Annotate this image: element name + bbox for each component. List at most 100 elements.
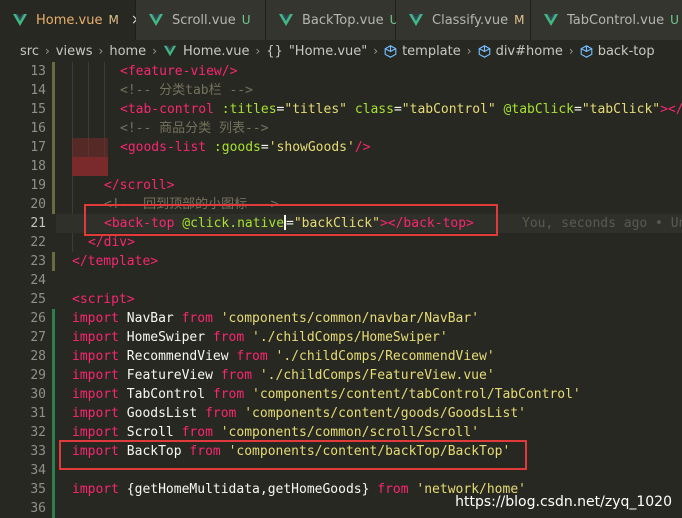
code-token: RecommendView — [126, 349, 237, 364]
tab-label: TabControl.vue — [567, 12, 665, 28]
line-number: 28 — [30, 349, 46, 364]
code-token: Scroll — [126, 425, 182, 440]
vue-file-icon — [163, 45, 177, 57]
code-token: 'components/content/goods/GoodsList' — [244, 406, 526, 421]
code-token: import — [72, 482, 127, 497]
code-text: </scroll> — [104, 176, 174, 195]
code-line[interactable]: 29 import FeatureView from './childComps/… — [0, 366, 682, 385]
code-line[interactable]: 30 import TabControl from 'components/con… — [0, 385, 682, 404]
code-token: './childComps/FeatureView.vue' — [259, 368, 495, 383]
code-token: HomeSwiper — [126, 330, 213, 345]
line-number: 30 — [30, 387, 46, 402]
breadcrumb-src[interactable]: src — [20, 44, 39, 59]
code-text: <tab-control :titles="titles" class="tab… — [120, 100, 682, 119]
breadcrumb-template[interactable]: template — [402, 44, 461, 59]
code-line[interactable]: 13 <feature-view/> — [0, 62, 682, 81]
code-line[interactable]: 16 <!-- 商品分类 列表--> — [0, 119, 682, 138]
code-token: "titles" — [284, 102, 347, 117]
code-line[interactable]: 26 import NavBar from 'components/common/… — [0, 309, 682, 328]
line-number: 27 — [30, 330, 46, 345]
code-token: :goods — [213, 140, 261, 155]
breadcrumb-file[interactable]: Home.vue — [183, 44, 249, 59]
code-token: </template> — [72, 254, 159, 269]
code-line[interactable]: 28 import RecommendView from './childComp… — [0, 347, 682, 366]
tab-scroll-vue[interactable]: Scroll.vue U — [136, 0, 266, 40]
code-token: @tabClick — [503, 102, 574, 117]
git-blame-annotation: You, seconds ago • Un — [522, 216, 682, 231]
code-token: import — [72, 406, 127, 421]
code-line[interactable]: 24 — [0, 271, 682, 290]
code-text: <feature-view/> — [120, 62, 237, 81]
code-editor[interactable]: 13 <feature-view/> 14 <!-- 分类tab栏 --> 15 <tab… — [0, 62, 682, 518]
code-line[interactable]: 18 — [0, 157, 682, 176]
code-token: :titles — [221, 102, 277, 117]
code-token: <goods-list — [120, 140, 214, 155]
code-text: import GoodsList from 'components/conten… — [72, 404, 526, 423]
code-token: </scroll> — [104, 178, 175, 193]
vue-file-icon — [544, 14, 558, 26]
code-token: import — [72, 425, 127, 440]
line-number: 18 — [30, 159, 46, 174]
code-token: from — [181, 311, 221, 326]
code-token: import — [72, 311, 127, 326]
code-line[interactable]: 25 <script> — [0, 290, 682, 309]
tab-backtop-vue[interactable]: BackTop.vue U — [266, 0, 398, 40]
code-line[interactable]: 14 <!-- 分类tab栏 --> — [0, 81, 682, 100]
breadcrumb-back-top[interactable]: back-top — [598, 44, 655, 59]
code-token: <!-- 分类tab栏 --> — [120, 83, 253, 98]
chevron-right-icon: › — [255, 44, 261, 58]
code-text: </template> — [72, 252, 158, 271]
code-token: import — [72, 368, 127, 383]
editor-tab-bar: Home.vueM×Scroll.vueUBackTop.vueUClassif… — [0, 0, 682, 40]
line-number: 23 — [30, 254, 46, 269]
git-status-badge: U — [241, 13, 251, 27]
line-number: 15 — [30, 102, 46, 117]
code-token: </div> — [88, 235, 135, 250]
code-token: from — [205, 406, 245, 421]
line-number: 14 — [30, 83, 46, 98]
code-token: GoodsList — [126, 406, 206, 421]
code-line[interactable]: 31 import GoodsList from 'components/cont… — [0, 404, 682, 423]
tab-tabcontrol-vue[interactable]: TabControl.vue U — [531, 0, 682, 40]
code-token: 'components/common/scroll/Scroll' — [220, 425, 480, 440]
code-text: import HomeSwiper from './childComps/Hom… — [72, 328, 448, 347]
line-number: 29 — [30, 368, 46, 383]
line-number: 22 — [30, 235, 46, 250]
code-line[interactable]: 23 </template> — [0, 252, 682, 271]
tab-label: Home.vue — [36, 12, 103, 28]
code-line[interactable]: 17 <goods-list :goods='showGoods'/> — [0, 138, 682, 157]
line-number: 32 — [30, 425, 46, 440]
vue-file-icon — [279, 14, 293, 26]
object-icon: {} — [266, 43, 283, 59]
tab-home-vue[interactable]: Home.vueM× — [0, 0, 143, 40]
chevron-right-icon: › — [466, 44, 472, 58]
code-token: <tab-control — [120, 102, 222, 117]
code-line[interactable]: 27 import HomeSwiper from './childComps/H… — [0, 328, 682, 347]
breadcrumb-views[interactable]: views — [56, 44, 93, 59]
breadcrumb-div[interactable]: div#home — [496, 44, 563, 59]
code-token: './childComps/RecommendView' — [275, 349, 495, 364]
tab-classify-vue[interactable]: Classify.vue M — [396, 0, 531, 40]
breadcrumb-home[interactable]: home — [109, 44, 146, 59]
code-token: class — [354, 102, 394, 117]
code-token: import — [72, 330, 127, 345]
code-token: from — [212, 387, 253, 402]
code-token: from — [236, 349, 276, 364]
vue-file-icon — [13, 14, 27, 26]
code-text: import RecommendView from './childComps/… — [72, 347, 495, 366]
code-line[interactable]: 15 <tab-control :titles="titles" class="t… — [0, 100, 682, 119]
code-line[interactable]: 19 </scroll> — [0, 176, 682, 195]
breadcrumb-symbol[interactable]: "Home.vue" — [289, 44, 367, 59]
line-number: 13 — [30, 64, 46, 79]
code-text: <script> — [72, 290, 135, 309]
code-token: <script> — [72, 292, 135, 307]
code-token: TabControl — [126, 387, 213, 402]
code-text: import NavBar from 'components/common/na… — [72, 309, 479, 328]
code-token: 'showGoods' — [268, 140, 355, 155]
code-token: from — [220, 368, 260, 383]
code-token: NavBar — [126, 311, 182, 326]
git-status-badge: M — [108, 13, 119, 27]
line-number: 19 — [30, 178, 46, 193]
code-token: /> — [354, 140, 371, 155]
